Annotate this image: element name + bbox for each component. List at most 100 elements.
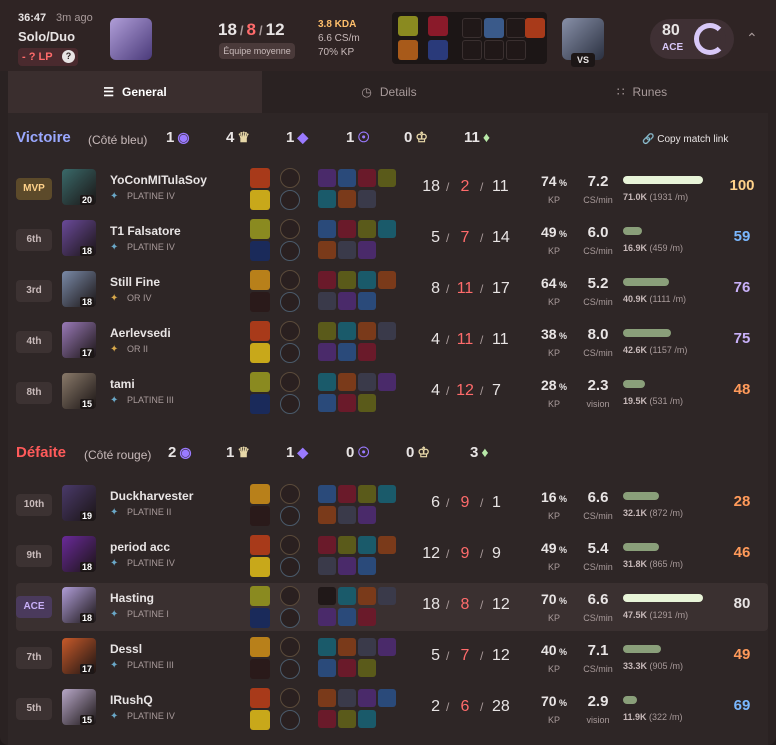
keystone-rune-icon[interactable] (280, 372, 300, 392)
item-icon[interactable] (358, 220, 376, 238)
item-icon[interactable] (378, 373, 396, 391)
keystone-rune-icon[interactable] (280, 270, 300, 290)
secondary-rune-icon[interactable] (280, 190, 300, 210)
keystone-rune-icon[interactable] (280, 637, 300, 657)
match-summary-header[interactable]: 36:47 3m ago Solo/Duo - ? LP ? 18/8/12 É… (0, 0, 776, 71)
item-icon[interactable] (338, 394, 356, 412)
item-icon[interactable] (318, 689, 336, 707)
item-icon[interactable] (378, 689, 396, 707)
keystone-rune-icon[interactable] (280, 168, 300, 188)
item-icon[interactable] (378, 220, 396, 238)
item-icon[interactable] (318, 169, 336, 187)
secondary-rune-icon[interactable] (280, 241, 300, 261)
keystone-rune-icon[interactable] (280, 484, 300, 504)
summoner-spell-icon[interactable] (250, 241, 270, 261)
item-icon[interactable] (318, 241, 336, 259)
summoner-name[interactable]: Duckharvester (110, 489, 193, 503)
item-icon[interactable] (338, 169, 356, 187)
item-icon[interactable] (318, 506, 336, 524)
player-row[interactable]: 4th 17 Aerlevsedi ✦ OR II 4 / 11 / 11 38 % KP 8.0 CS/… (16, 318, 768, 366)
summoner-name[interactable]: Still Fine (110, 275, 160, 289)
summoner-spell-icon[interactable] (250, 535, 270, 555)
item-icon[interactable] (338, 241, 356, 259)
item-icon[interactable] (378, 536, 396, 554)
item-icon[interactable] (358, 241, 376, 259)
summoner-name[interactable]: tami (110, 377, 135, 391)
item-icon[interactable] (358, 659, 376, 677)
item-icon[interactable] (338, 190, 356, 208)
item-icon[interactable] (358, 506, 376, 524)
item-icon[interactable] (318, 608, 336, 626)
item-icon[interactable] (358, 190, 376, 208)
summoner-spell-icon[interactable] (250, 637, 270, 657)
item-icon[interactable] (318, 394, 336, 412)
summoner-name[interactable]: Hasting (110, 591, 154, 605)
keystone-rune-icon[interactable] (280, 688, 300, 708)
item-icon[interactable] (378, 322, 396, 340)
summoner-spell-icon[interactable] (250, 659, 270, 679)
item-icon[interactable] (358, 485, 376, 503)
item-icon[interactable] (318, 220, 336, 238)
summoner-name[interactable]: Dessl (110, 642, 142, 656)
summoner-spell-icon[interactable] (250, 557, 270, 577)
summoner-spell-icon[interactable] (250, 506, 270, 526)
keystone-rune-icon[interactable] (280, 586, 300, 606)
keystone-rune-icon[interactable] (280, 535, 300, 555)
item-icon[interactable] (378, 587, 396, 605)
item-icon[interactable] (318, 373, 336, 391)
player-row[interactable]: ACE 18 Hasting ✦ PLATINE I 18 / 8 / 12 70 % KP 6.6 CS… (16, 583, 768, 631)
tab-general[interactable]: ☰ General (8, 71, 262, 113)
item-icon[interactable] (338, 557, 356, 575)
summoner-name[interactable]: IRushQ (110, 693, 153, 707)
item-icon[interactable] (338, 689, 356, 707)
player-row[interactable]: 5th 15 IRushQ ✦ PLATINE IV 2 / 6 / 28 70 % KP 2.9 vis… (16, 685, 768, 733)
item-icon[interactable] (318, 322, 336, 340)
secondary-rune-icon[interactable] (280, 710, 300, 730)
secondary-rune-icon[interactable] (280, 557, 300, 577)
summoner-spell-icon[interactable] (250, 270, 270, 290)
tab-details[interactable]: ◷ Details (262, 71, 516, 113)
item-icon[interactable] (338, 373, 356, 391)
item-icon[interactable] (338, 271, 356, 289)
secondary-rune-icon[interactable] (280, 343, 300, 363)
copy-match-link-button[interactable]: 🔗 Copy match link (642, 134, 728, 145)
item-icon[interactable] (338, 608, 356, 626)
item-icon[interactable] (338, 485, 356, 503)
summoner-spell-icon[interactable] (250, 321, 270, 341)
secondary-rune-icon[interactable] (280, 659, 300, 679)
player-row[interactable]: 10th 19 Duckharvester ✦ PLATINE II 6 / 9 / 1 16 % K… (16, 481, 768, 529)
item-icon[interactable] (338, 343, 356, 361)
summoner-spell-icon[interactable] (250, 190, 270, 210)
summoner-name[interactable]: YoConMITulaSoy (110, 173, 207, 187)
item-icon[interactable] (318, 536, 336, 554)
summoner-name[interactable]: T1 Falsatore (110, 224, 181, 238)
secondary-rune-icon[interactable] (280, 608, 300, 628)
chevron-up-icon[interactable]: ⌃ (746, 30, 758, 47)
item-icon[interactable] (338, 292, 356, 310)
item-icon[interactable] (358, 394, 376, 412)
item-icon[interactable] (318, 638, 336, 656)
tab-runes[interactable]: ∷ Runes (516, 71, 768, 113)
summoner-name[interactable]: period acc (110, 540, 170, 554)
player-row[interactable]: 9th 18 period acc ✦ PLATINE IV 12 / 9 / 9 49 % KP 5.… (16, 532, 768, 580)
summoner-spell-icon[interactable] (250, 372, 270, 392)
item-icon[interactable] (358, 169, 376, 187)
summoner-spell-icon[interactable] (250, 586, 270, 606)
player-row[interactable]: 7th 17 Dessl ✦ PLATINE III 5 / 7 / 12 40 % KP 7.1 CS/… (16, 634, 768, 682)
item-icon[interactable] (358, 710, 376, 728)
item-icon[interactable] (338, 587, 356, 605)
item-icon[interactable] (318, 190, 336, 208)
summoner-spell-icon[interactable] (250, 710, 270, 730)
player-row[interactable]: 3rd 18 Still Fine ✦ OR IV 8 / 11 / 17 64 % KP 5.2 CS/… (16, 267, 768, 315)
item-icon[interactable] (318, 271, 336, 289)
item-icon[interactable] (358, 292, 376, 310)
keystone-rune-icon[interactable] (280, 219, 300, 239)
item-icon[interactable] (358, 557, 376, 575)
item-icon[interactable] (358, 689, 376, 707)
item-icon[interactable] (358, 322, 376, 340)
item-icon[interactable] (318, 659, 336, 677)
item-icon[interactable] (358, 638, 376, 656)
item-icon[interactable] (318, 485, 336, 503)
item-icon[interactable] (378, 485, 396, 503)
item-icon[interactable] (358, 536, 376, 554)
